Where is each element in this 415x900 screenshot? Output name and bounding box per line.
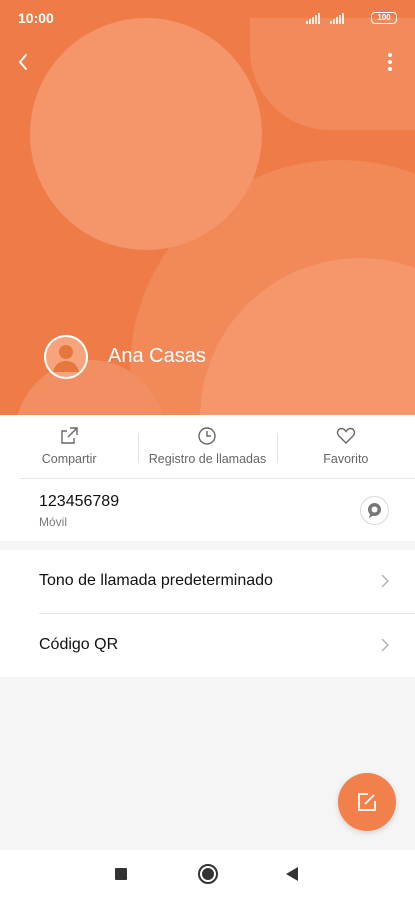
person-icon — [46, 337, 86, 377]
signal-icon — [330, 12, 344, 24]
navigation-bar — [0, 850, 415, 900]
share-icon — [61, 427, 78, 444]
more-options-button[interactable] — [380, 50, 400, 74]
clock-icon — [198, 427, 217, 445]
heart-icon — [336, 427, 355, 444]
back-button[interactable] — [12, 50, 36, 74]
settings-list: Tono de llamada predeterminado Código QR — [0, 550, 415, 677]
message-button[interactable] — [360, 496, 389, 525]
home-button[interactable] — [198, 864, 218, 884]
contact-actions: Compartir Registro de llamadas Favorito — [0, 415, 415, 479]
battery-icon: 100 — [371, 12, 397, 24]
status-time: 10:00 — [18, 10, 54, 26]
contact-name: Ana Casas — [108, 345, 206, 367]
chevron-right-icon — [381, 638, 390, 652]
default-ringtone-item[interactable]: Tono de llamada predeterminado — [0, 550, 415, 614]
contact-header: 10:00 100 Ana Casas — [0, 0, 415, 415]
phone-number: 123456789 — [39, 493, 120, 510]
share-label: Compartir — [41, 452, 97, 466]
call-log-label: Registro de llamadas — [148, 452, 267, 466]
phone-row[interactable]: 123456789 Móvil — [0, 479, 415, 541]
edit-icon — [358, 793, 376, 811]
edit-contact-button[interactable] — [338, 773, 396, 831]
chevron-left-icon — [19, 54, 27, 70]
qr-code-item[interactable]: Código QR — [0, 614, 415, 677]
system-back-button[interactable] — [286, 867, 298, 881]
qr-code-label: Código QR — [39, 636, 119, 653]
header-decoration — [30, 18, 262, 250]
recent-apps-button[interactable] — [115, 868, 127, 880]
favorite-button[interactable]: Favorito — [276, 415, 415, 479]
favorite-label: Favorito — [323, 452, 369, 466]
avatar — [44, 335, 88, 379]
status-bar: 10:00 100 — [0, 0, 415, 36]
share-button[interactable]: Compartir — [0, 415, 138, 479]
chevron-right-icon — [381, 574, 390, 588]
phone-type: Móvil — [39, 515, 68, 529]
call-log-button[interactable]: Registro de llamadas — [138, 415, 276, 479]
signal-icon — [306, 12, 320, 24]
default-ringtone-label: Tono de llamada predeterminado — [39, 572, 273, 589]
message-icon — [368, 503, 381, 518]
